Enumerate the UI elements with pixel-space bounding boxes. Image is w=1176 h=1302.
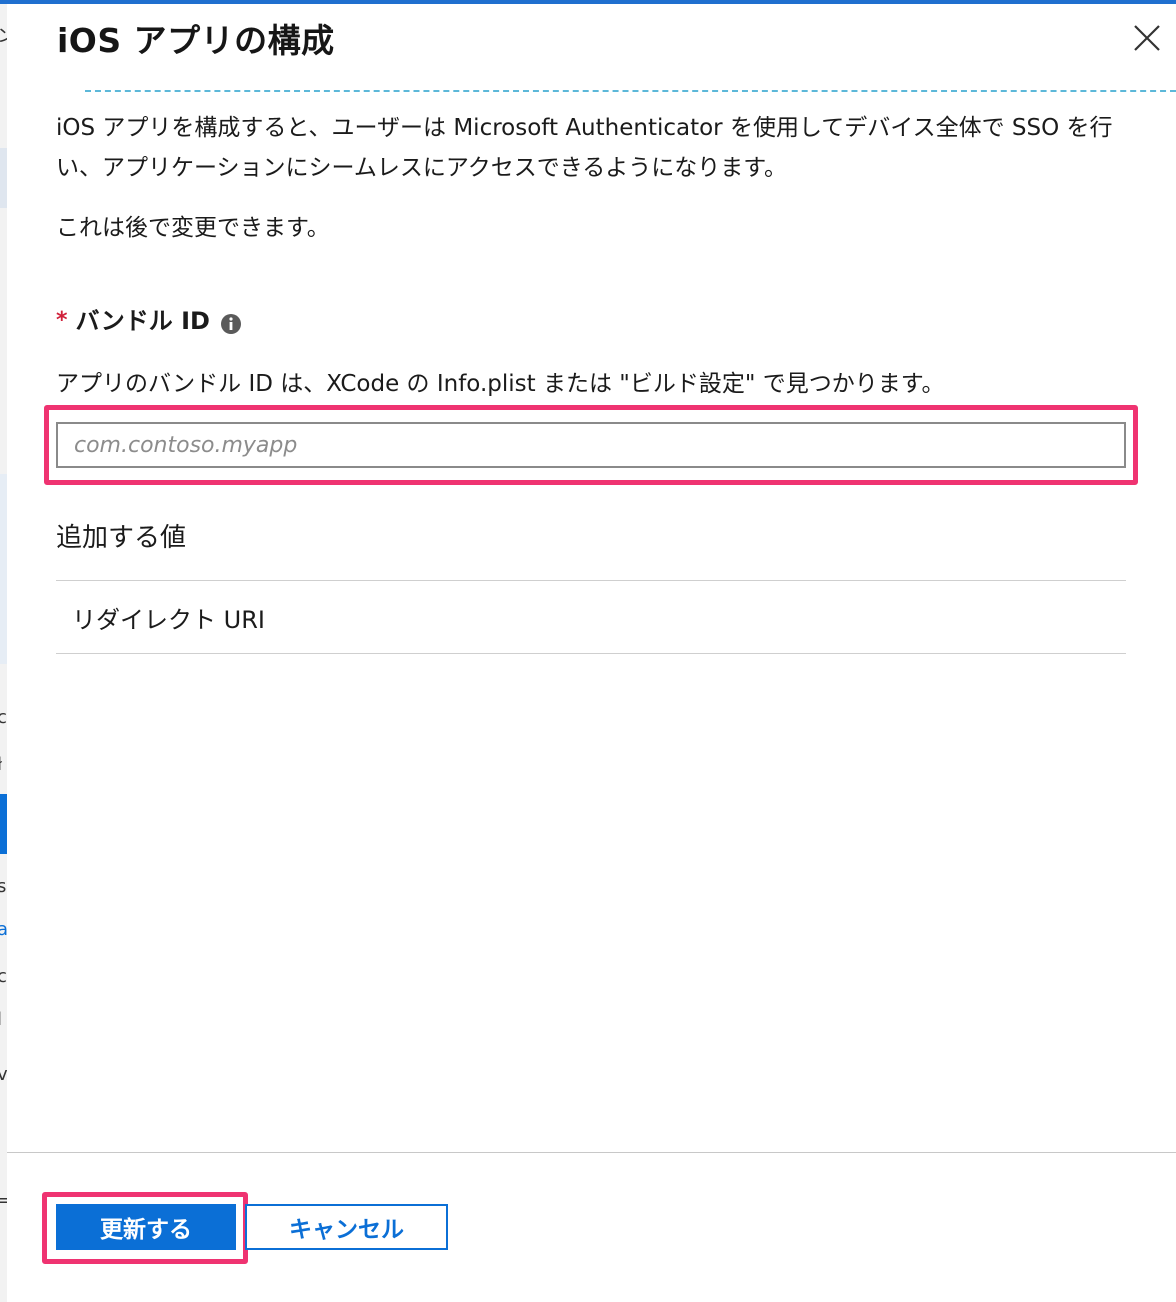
background-text: l [0,1009,2,1030]
info-icon[interactable] [220,310,242,334]
background-text: ł [0,754,2,775]
background-text: ン [0,22,7,48]
background-block [0,148,7,208]
background-text: c [0,966,7,987]
added-values-table: リダイレクト URI [56,580,1126,654]
background-text: s [0,876,7,897]
footer-divider [7,1152,1176,1153]
background-text: c [0,707,7,728]
cancel-button[interactable]: キャンセル [245,1204,448,1250]
panel-description: iOS アプリを構成すると、ユーザーは Microsoft Authentica… [56,115,1113,181]
background-page-edge: ン c ł s a c l vi = [0,4,7,1302]
added-value-row: リダイレクト URI [56,580,1126,654]
background-text: a [0,919,7,940]
redirect-uri-label: リダイレクト URI [72,605,265,634]
bundle-id-label-text: バンドル ID [75,307,210,335]
required-marker: * [56,308,68,333]
panel-note: これは後で変更できます。 [56,215,330,241]
close-icon [1134,25,1160,51]
background-text: = [0,1190,7,1211]
update-button[interactable]: 更新する [56,1204,236,1250]
header-divider [85,90,1176,92]
background-text: vi [0,1064,7,1085]
panel-title: iOS アプリの構成 [57,21,335,60]
bundle-id-input[interactable] [56,422,1126,468]
background-block [0,474,7,664]
background-selected-item [0,794,7,854]
ios-config-panel: iOS アプリの構成 iOS アプリを構成すると、ユーザーは Microsoft… [7,4,1176,1302]
bundle-id-label: * バンドル ID [56,304,242,338]
bundle-id-help: アプリのバンドル ID は、XCode の Info.plist または "ビル… [56,371,945,397]
added-values-title: 追加する値 [56,523,187,553]
close-button[interactable] [1127,18,1167,58]
